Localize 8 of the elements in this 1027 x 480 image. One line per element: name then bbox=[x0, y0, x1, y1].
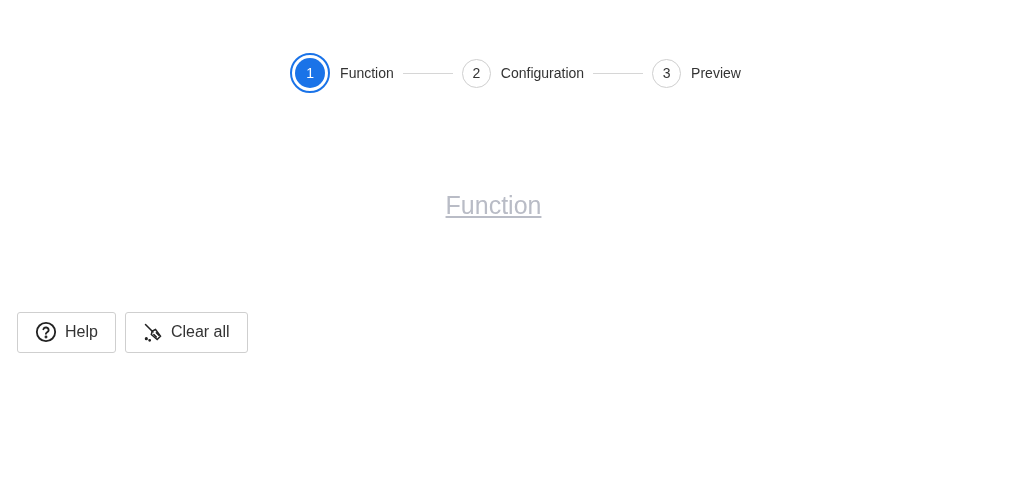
clear-all-button[interactable]: Clear all bbox=[124, 311, 248, 353]
step-number[interactable]: 1 bbox=[290, 53, 331, 93]
broom-icon bbox=[142, 322, 163, 342]
step-label: Function bbox=[340, 63, 394, 83]
step-label: Preview bbox=[691, 63, 741, 83]
step-label: Configuration bbox=[500, 63, 585, 83]
help-button[interactable]: Help bbox=[17, 311, 116, 353]
help-icon bbox=[35, 321, 57, 343]
